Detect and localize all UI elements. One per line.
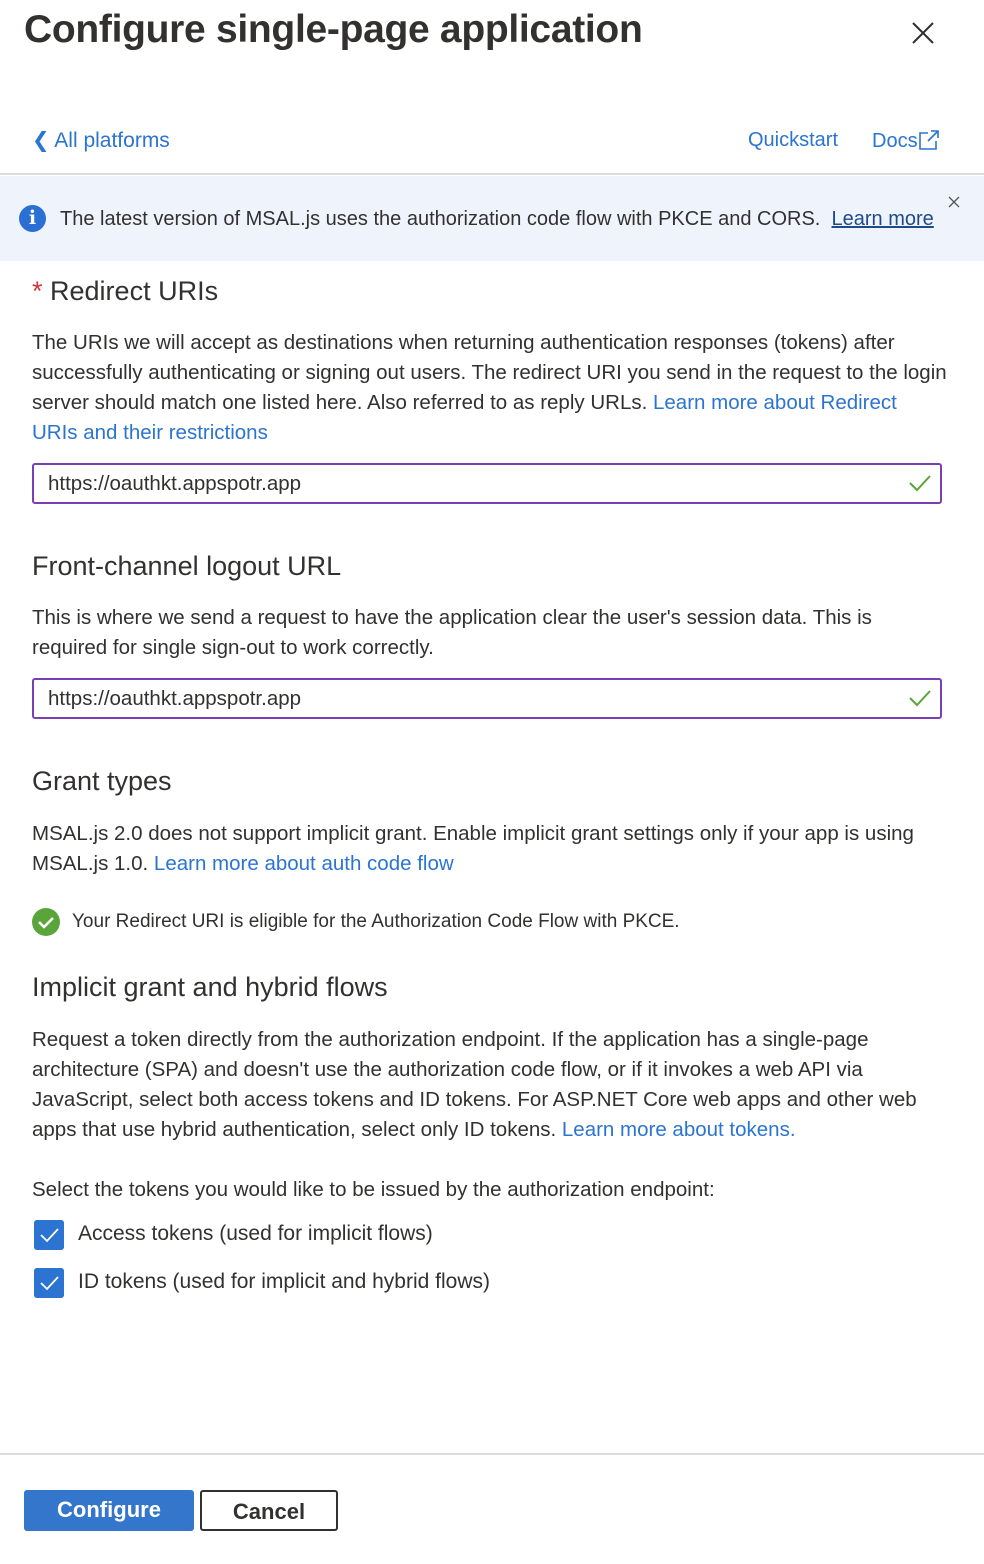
logout-url-heading: Front-channel logout URL: [32, 551, 342, 581]
required-mark: *: [32, 276, 43, 306]
logout-url-value: https://oauthkt.appspotr.app: [48, 687, 302, 710]
logout-description: This is where we send a request to have …: [32, 606, 872, 659]
dismiss-banner-icon[interactable]: [946, 194, 962, 210]
chevron-left-icon: ❮: [32, 129, 55, 152]
valid-check-icon: [909, 475, 931, 492]
configure-button[interactable]: Configure: [24, 1490, 194, 1531]
redirect-uri-input[interactable]: https://oauthkt.appspotr.app: [32, 463, 942, 504]
auth-code-flow-link[interactable]: Learn more about auth code flow: [154, 852, 454, 875]
access-tokens-checkbox[interactable]: [34, 1220, 64, 1250]
close-icon[interactable]: [908, 18, 938, 48]
grant-description: MSAL.js 2.0 does not support implicit gr…: [32, 819, 947, 879]
quickstart-link[interactable]: Quickstart: [748, 129, 838, 152]
all-platforms-label: All platforms: [54, 129, 170, 152]
select-tokens-prompt: Select the tokens you would like to be i…: [32, 1178, 715, 1201]
banner-text: The latest version of MSAL.js uses the a…: [60, 208, 821, 230]
logout-url-input[interactable]: https://oauthkt.appspotr.app: [32, 678, 942, 719]
valid-check-icon: [909, 690, 931, 707]
page-title: Configure single-page application: [24, 8, 643, 51]
tokens-learn-more-link[interactable]: Learn more about tokens.: [562, 1118, 796, 1141]
banner-learn-more-link[interactable]: Learn more: [832, 208, 934, 230]
cancel-button[interactable]: Cancel: [200, 1490, 338, 1531]
redirect-uris-heading: * Redirect URIs: [32, 276, 218, 307]
footer-divider: [0, 1453, 984, 1455]
implicit-heading: Implicit grant and hybrid flows: [32, 972, 388, 1002]
external-link-icon: [918, 130, 939, 150]
implicit-description: Request a token directly from the author…: [32, 1025, 947, 1145]
redirect-uri-value: https://oauthkt.appspotr.app: [48, 472, 302, 495]
docs-link[interactable]: Docs: [872, 129, 940, 153]
info-banner: i The latest version of MSAL.js uses the…: [0, 176, 984, 261]
id-tokens-checkbox[interactable]: [34, 1268, 64, 1298]
divider: [0, 173, 984, 175]
success-check-icon: [32, 908, 60, 936]
access-tokens-label[interactable]: Access tokens (used for implicit flows): [78, 1222, 433, 1246]
all-platforms-link[interactable]: ❮ All platforms: [32, 128, 170, 153]
docs-label: Docs: [872, 130, 918, 152]
grant-types-heading: Grant types: [32, 766, 172, 796]
pkce-eligibility-status: Your Redirect URI is eligible for the Au…: [72, 911, 680, 932]
redirect-heading-text: Redirect URIs: [50, 276, 219, 306]
id-tokens-label[interactable]: ID tokens (used for implicit and hybrid …: [78, 1270, 490, 1294]
redirect-description: The URIs we will accept as destinations …: [32, 328, 947, 448]
info-icon: i: [19, 205, 46, 232]
